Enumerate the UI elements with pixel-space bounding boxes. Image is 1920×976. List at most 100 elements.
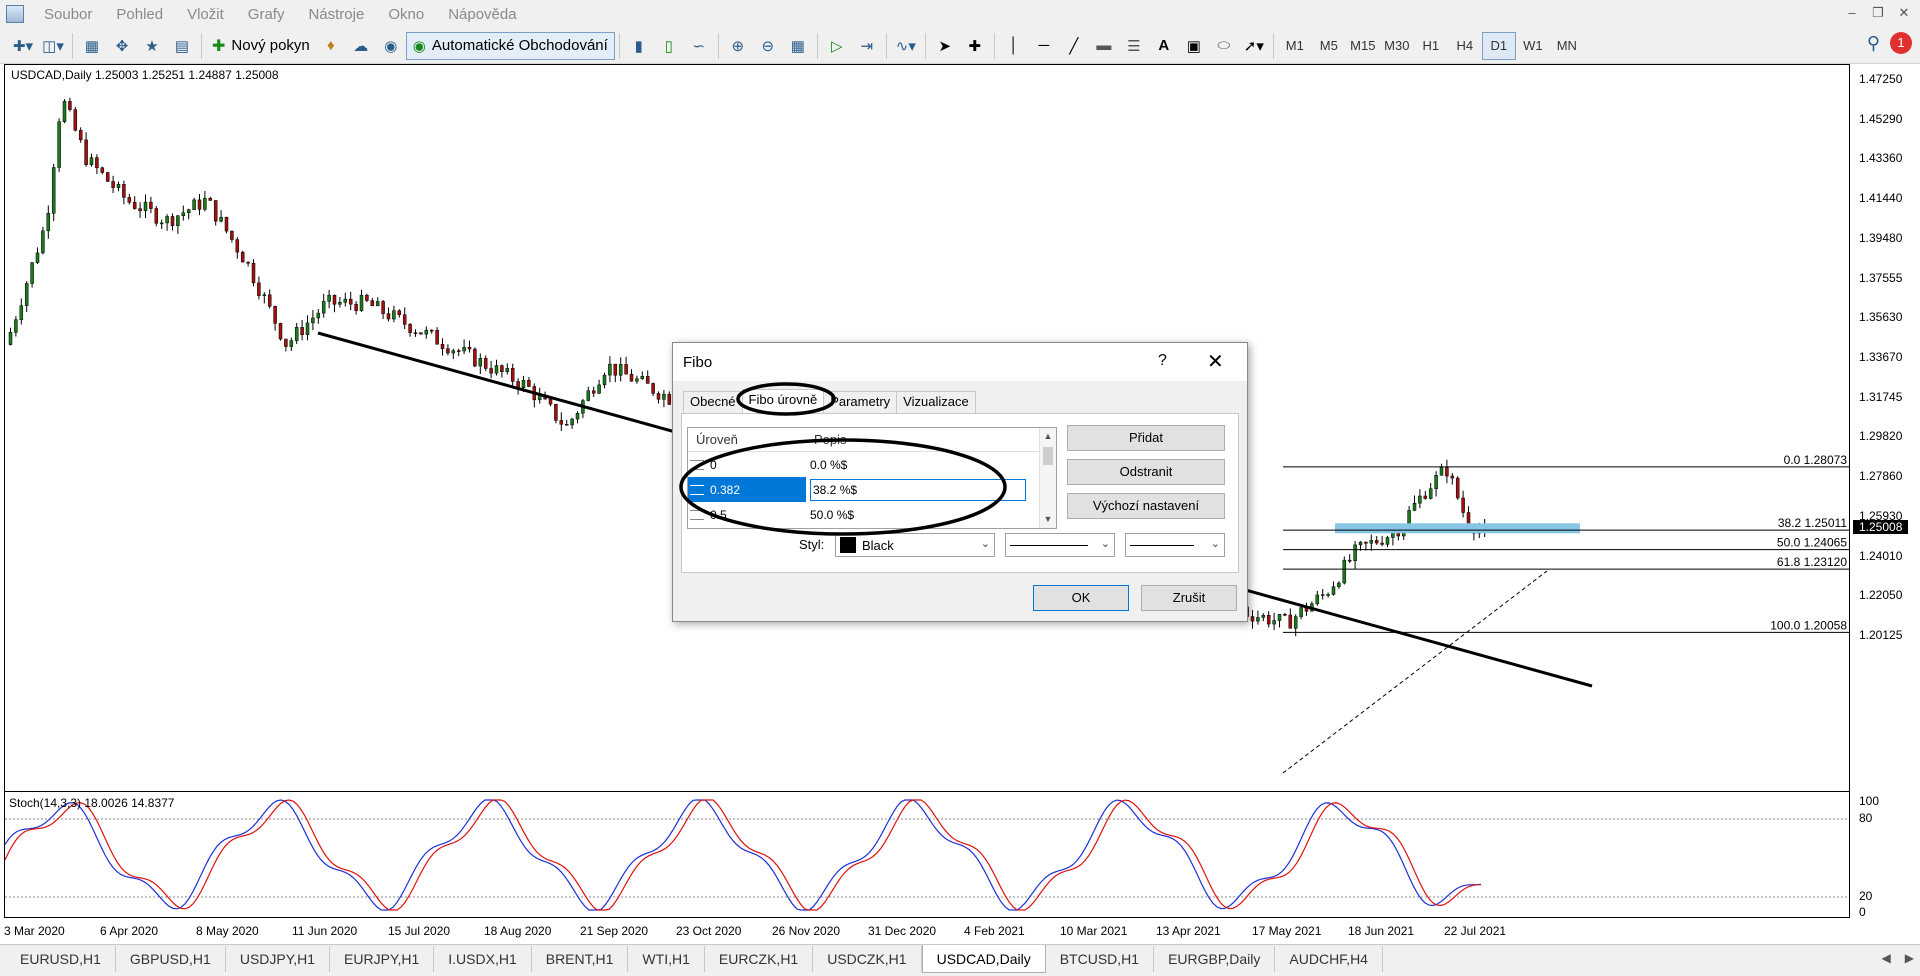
timeframe-m1[interactable]: M1 xyxy=(1278,32,1312,60)
scroll-right-icon[interactable]: ▶ xyxy=(1905,951,1914,965)
tab-general[interactable]: Obecné xyxy=(683,391,743,413)
chart-tab[interactable]: EURJPY,H1 xyxy=(330,946,435,972)
chart-tab[interactable]: USDJPY,H1 xyxy=(226,946,331,972)
scroll-left-icon[interactable]: ◀ xyxy=(1882,951,1891,965)
fibo-baseline[interactable] xyxy=(1282,570,1548,774)
candle-body xyxy=(95,157,99,169)
ok-button[interactable]: OK xyxy=(1033,585,1129,611)
price-tick: 1.29820 xyxy=(1859,429,1903,444)
candlestick-icon[interactable]: ▯ xyxy=(654,32,684,60)
line-width-select[interactable]: ⌄ xyxy=(1125,533,1225,557)
auto-trading-button[interactable]: ◉ Automatické Obchodování xyxy=(405,31,615,60)
stochastic-panel[interactable]: Stoch(14,3,3) 18.0026 14.8377 xyxy=(4,792,1850,918)
market-watch-icon[interactable]: ▦ xyxy=(77,32,107,60)
zoom-out-icon[interactable]: ⊖ xyxy=(753,32,783,60)
candle-body xyxy=(246,261,250,264)
vps-icon[interactable]: ◉ xyxy=(376,32,406,60)
fibo-label: 100.0 1.20058 xyxy=(1770,618,1847,632)
new-chart-icon[interactable]: ✚▾ xyxy=(8,32,38,60)
vertical-line-icon[interactable]: │ xyxy=(999,32,1029,60)
level-row[interactable]: 0 0.0 %$ xyxy=(688,452,1056,477)
chart-tab[interactable]: EURCZK,H1 xyxy=(705,946,814,972)
rectangle-icon[interactable]: ▬ xyxy=(1089,32,1119,60)
close-icon[interactable]: ✕ xyxy=(1207,349,1224,374)
terminal-icon[interactable]: ▤ xyxy=(167,32,197,60)
text-label-icon[interactable]: ▣ xyxy=(1179,32,1209,60)
level-row-selected[interactable]: 0.382 xyxy=(688,477,1056,502)
candle-body xyxy=(68,101,72,110)
chart-tab[interactable]: GBPUSD,H1 xyxy=(116,946,226,972)
chart-tab[interactable]: USDCZK,H1 xyxy=(813,946,922,972)
chart-tab[interactable]: AUDCHF,H4 xyxy=(1275,946,1383,972)
description-input[interactable] xyxy=(810,478,1026,501)
chart-tab[interactable]: I.USDX,H1 xyxy=(434,946,532,972)
col-description: Popis xyxy=(814,432,847,447)
horizontal-line-icon[interactable]: ─ xyxy=(1029,32,1059,60)
favorites-icon[interactable]: ★ xyxy=(137,32,167,60)
default-settings-button[interactable]: Výchozí nastavení xyxy=(1067,493,1225,519)
notification-badge[interactable]: 1 xyxy=(1890,32,1912,54)
levels-scrollbar[interactable]: ▲ ▼ xyxy=(1039,428,1056,528)
tab-fibo-levels[interactable]: Fibo úrovně xyxy=(741,389,825,413)
menu-charts[interactable]: Grafy xyxy=(236,6,297,23)
tab-parameters[interactable]: Parametry xyxy=(823,391,898,413)
menu-help[interactable]: Nápověda xyxy=(436,6,528,23)
scroll-up-icon[interactable]: ▲ xyxy=(1040,428,1056,445)
timeframe-m5[interactable]: M5 xyxy=(1312,32,1346,60)
chart-tab[interactable]: WTI,H1 xyxy=(628,946,705,972)
new-order-button[interactable]: ✚ Nový pokyn xyxy=(206,32,316,60)
channel-icon[interactable]: ☰ xyxy=(1119,32,1149,60)
levels-list[interactable]: Úroveň Popis 0 0.0 %$ 0.382 0.5 50.0 %$ … xyxy=(687,427,1057,529)
cancel-button[interactable]: Zrušit xyxy=(1141,585,1237,611)
signals-icon[interactable]: ☁ xyxy=(346,32,376,60)
profiles-icon[interactable]: ◫▾ xyxy=(38,32,68,60)
ellipse-icon[interactable]: ⬭ xyxy=(1209,32,1239,60)
indicators-icon[interactable]: ∿▾ xyxy=(891,32,921,60)
stoch-signal-line xyxy=(5,799,1482,911)
arrows-icon[interactable]: ➚▾ xyxy=(1239,32,1269,60)
timeframe-d1[interactable]: D1 xyxy=(1481,31,1516,60)
color-select[interactable]: Black ⌄ xyxy=(835,533,995,557)
chart-tab[interactable]: BRENT,H1 xyxy=(532,946,629,972)
add-level-button[interactable]: Přidat xyxy=(1067,425,1225,451)
close-icon[interactable]: ✕ xyxy=(1894,4,1914,22)
trendline-icon[interactable]: ╱ xyxy=(1059,32,1089,60)
timeframe-h1[interactable]: H1 xyxy=(1414,32,1448,60)
metaeditor-icon[interactable]: ♦ xyxy=(316,32,346,60)
line-chart-icon[interactable]: ∽ xyxy=(684,32,714,60)
crosshair-icon[interactable]: ✚ xyxy=(960,32,990,60)
search-icon[interactable]: ⚲ xyxy=(1867,33,1880,54)
chart-tab[interactable]: USDCAD,Daily xyxy=(921,945,1046,973)
timeframe-h4[interactable]: H4 xyxy=(1448,32,1482,60)
menu-tools[interactable]: Nástroje xyxy=(296,6,376,23)
candle-body xyxy=(397,310,402,315)
tab-visualization[interactable]: Vizualizace xyxy=(896,391,976,413)
help-icon[interactable]: ? xyxy=(1158,352,1167,370)
text-icon[interactable]: A xyxy=(1149,32,1179,60)
timeframe-m30[interactable]: M30 xyxy=(1380,32,1414,60)
menu-file[interactable]: Soubor xyxy=(32,6,104,23)
timeframe-m15[interactable]: M15 xyxy=(1346,32,1380,60)
timeframe-mn[interactable]: MN xyxy=(1550,32,1584,60)
tile-windows-icon[interactable]: ▦ xyxy=(783,32,813,60)
menu-window[interactable]: Okno xyxy=(376,6,436,23)
minimize-icon[interactable]: – xyxy=(1842,4,1862,22)
chart-tab[interactable]: EURGBP,Daily xyxy=(1154,946,1276,972)
scroll-thumb[interactable] xyxy=(1043,447,1053,465)
chart-tab[interactable]: BTCUSD,H1 xyxy=(1046,946,1155,972)
menu-view[interactable]: Pohled xyxy=(104,6,175,23)
remove-level-button[interactable]: Odstranit xyxy=(1067,459,1225,485)
menu-insert[interactable]: Vložit xyxy=(175,6,236,23)
line-style-select[interactable]: ⌄ xyxy=(1005,533,1115,557)
cursor-icon[interactable]: ➤ xyxy=(930,32,960,60)
restore-icon[interactable]: ❐ xyxy=(1868,4,1888,22)
auto-scroll-icon[interactable]: ▷ xyxy=(822,32,852,60)
level-row[interactable]: 0.5 50.0 %$ xyxy=(688,502,1056,527)
chart-tab[interactable]: EURUSD,H1 xyxy=(6,946,116,972)
chart-shift-icon[interactable]: ⇥ xyxy=(852,32,882,60)
navigator-icon[interactable]: ✥ xyxy=(107,32,137,60)
bar-chart-icon[interactable]: ▮ xyxy=(624,32,654,60)
zoom-in-icon[interactable]: ⊕ xyxy=(723,32,753,60)
timeframe-w1[interactable]: W1 xyxy=(1516,32,1550,60)
scroll-down-icon[interactable]: ▼ xyxy=(1040,511,1056,528)
